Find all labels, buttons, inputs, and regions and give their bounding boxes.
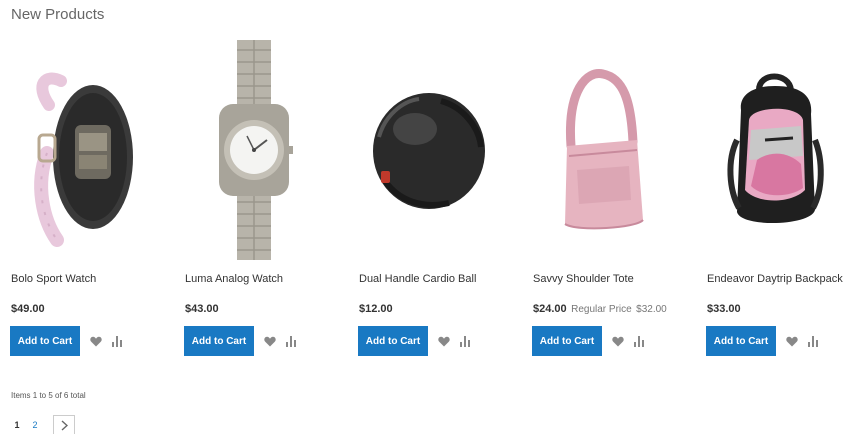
- product-item: Endeavor Daytrip Backpack $33.00 Add to …: [706, 40, 848, 370]
- add-to-cart-button[interactable]: Add to Cart: [10, 326, 80, 356]
- page-current: 1: [14, 420, 20, 430]
- old-price: $32.00: [636, 304, 667, 315]
- price-box: $24.00 Regular Price $32.00: [533, 299, 667, 317]
- product-item: Luma Analog Watch $43.00 Add to Cart: [184, 40, 349, 370]
- product-actions: Add to Cart: [706, 326, 824, 356]
- old-price-label: Regular Price: [571, 304, 632, 315]
- price: $43.00: [185, 303, 219, 315]
- next-page-button[interactable]: [53, 415, 75, 434]
- heart-icon[interactable]: [434, 331, 454, 351]
- product-name[interactable]: Endeavor Daytrip Backpack: [707, 273, 843, 285]
- product-image[interactable]: [532, 40, 672, 260]
- product-grid: Bolo Sport Watch $49.00 Add to Cart Luma…: [0, 40, 848, 370]
- add-to-cart-button[interactable]: Add to Cart: [184, 326, 254, 356]
- price-box: $43.00: [185, 299, 219, 317]
- heart-icon[interactable]: [782, 331, 802, 351]
- price-box: $33.00: [707, 299, 741, 317]
- product-actions: Add to Cart: [532, 326, 650, 356]
- compare-icon[interactable]: [456, 331, 476, 351]
- page-link[interactable]: 2: [29, 420, 41, 430]
- product-name[interactable]: Dual Handle Cardio Ball: [359, 273, 476, 285]
- sport-watch-icon: [34, 72, 133, 247]
- product-item: Bolo Sport Watch $49.00 Add to Cart: [10, 40, 175, 370]
- product-image[interactable]: [358, 40, 498, 260]
- product-actions: Add to Cart: [358, 326, 476, 356]
- price: $12.00: [359, 303, 393, 315]
- cardio-ball-icon: [373, 93, 485, 209]
- heart-icon[interactable]: [608, 331, 628, 351]
- add-to-cart-button[interactable]: Add to Cart: [706, 326, 776, 356]
- product-name[interactable]: Bolo Sport Watch: [11, 273, 96, 285]
- product-item: Dual Handle Cardio Ball $12.00 Add to Ca…: [358, 40, 523, 370]
- price-box: $12.00: [359, 299, 393, 317]
- compare-icon[interactable]: [630, 331, 650, 351]
- compare-icon[interactable]: [108, 331, 128, 351]
- product-item: Savvy Shoulder Tote $24.00 Regular Price…: [532, 40, 697, 370]
- analog-watch-icon: [219, 40, 293, 260]
- product-image[interactable]: [706, 40, 846, 260]
- product-image[interactable]: [184, 40, 324, 260]
- add-to-cart-button[interactable]: Add to Cart: [532, 326, 602, 356]
- product-name[interactable]: Luma Analog Watch: [185, 273, 283, 285]
- chevron-right-icon: [61, 419, 68, 431]
- product-actions: Add to Cart: [10, 326, 128, 356]
- backpack-icon: [727, 73, 824, 224]
- section-title: New Products: [11, 6, 105, 23]
- product-actions: Add to Cart: [184, 326, 302, 356]
- price: $24.00: [533, 303, 567, 315]
- add-to-cart-button[interactable]: Add to Cart: [358, 326, 428, 356]
- price: $49.00: [11, 303, 45, 315]
- compare-icon[interactable]: [282, 331, 302, 351]
- compare-icon[interactable]: [804, 331, 824, 351]
- heart-icon[interactable]: [260, 331, 280, 351]
- product-name[interactable]: Savvy Shoulder Tote: [533, 273, 634, 285]
- price-box: $49.00: [11, 299, 45, 317]
- heart-icon[interactable]: [86, 331, 106, 351]
- toolbar-amount: Items 1 to 5 of 6 total: [11, 391, 86, 400]
- product-image[interactable]: [10, 40, 150, 260]
- shoulder-tote-icon: [564, 69, 644, 230]
- pagination: 1 2: [11, 415, 75, 434]
- price: $33.00: [707, 303, 741, 315]
